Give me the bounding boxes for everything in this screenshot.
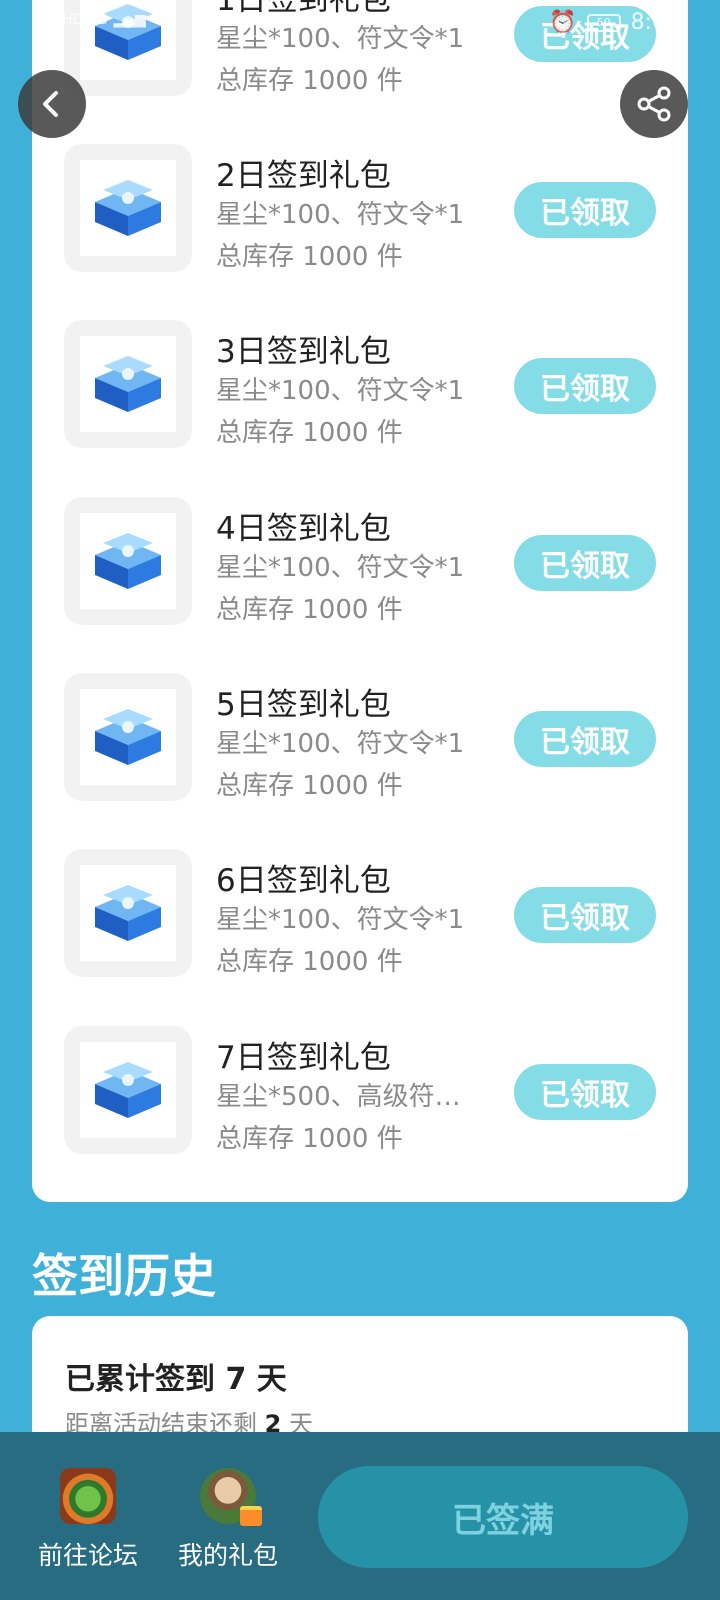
cumulative-suffix: 天 xyxy=(256,1362,287,1397)
gift-title: 4日签到礼包 xyxy=(216,511,391,547)
gift-description: 星尘*500、高级符… xyxy=(216,1082,461,1112)
chevron-left-icon xyxy=(43,91,58,117)
gift-description: 星尘*100、符文令*1 xyxy=(216,729,465,759)
treasure-chest-icon xyxy=(95,709,161,765)
treasure-chest-icon xyxy=(95,180,161,236)
gift-box-icon xyxy=(240,1506,262,1526)
treasure-chest-icon xyxy=(95,356,161,412)
share-icon xyxy=(637,86,671,122)
sign-in-activity-page: HD 5G ▂▄▆ ⏰ 50 8:00 1日签到礼包 星尘*100、符文令*1 … xyxy=(0,0,720,1600)
gift-thumbnail xyxy=(64,320,192,448)
gift-item-day-7: 7日签到礼包 星尘*500、高级符… 总库存 1000 件 已领取 xyxy=(32,1026,688,1156)
treasure-chest-icon xyxy=(95,1062,161,1118)
my-gifts-nav-button[interactable]: 我的礼包 xyxy=(168,1468,288,1572)
network-label: HD 5G xyxy=(62,12,108,28)
gift-thumbnail xyxy=(64,497,192,625)
gift-thumbnail xyxy=(64,673,192,801)
back-button[interactable] xyxy=(18,70,86,138)
claimed-button[interactable]: 已领取 xyxy=(514,887,656,943)
gift-item-day-5: 5日签到礼包 星尘*100、符文令*1 总库存 1000 件 已领取 xyxy=(32,673,688,803)
forum-label: 前往论坛 xyxy=(37,1541,138,1570)
my-gifts-label: 我的礼包 xyxy=(177,1541,278,1570)
cumulative-days: 7 xyxy=(225,1362,247,1397)
treasure-chest-icon xyxy=(95,885,161,941)
gift-stock: 总库存 1000 件 xyxy=(216,66,403,96)
gift-stock: 总库存 1000 件 xyxy=(216,1124,403,1154)
gift-item-day-6: 6日签到礼包 星尘*100、符文令*1 总库存 1000 件 已领取 xyxy=(32,849,688,979)
cumulative-prefix: 已累计签到 xyxy=(65,1362,215,1397)
claimed-button[interactable]: 已领取 xyxy=(514,711,656,767)
gift-title: 7日签到礼包 xyxy=(216,1040,391,1076)
history-heading: 签到历史 xyxy=(32,1249,216,1303)
gift-description: 星尘*100、符文令*1 xyxy=(216,553,465,583)
gift-description: 星尘*100、符文令*1 xyxy=(216,905,465,935)
gift-title: 5日签到礼包 xyxy=(216,687,391,723)
gift-title: 6日签到礼包 xyxy=(216,863,391,899)
gift-thumbnail xyxy=(64,144,192,272)
status-right: ⏰ 50 8:00 xyxy=(549,10,680,35)
claimed-button[interactable]: 已领取 xyxy=(514,535,656,591)
gift-stock: 总库存 1000 件 xyxy=(216,595,403,625)
gift-stock: 总库存 1000 件 xyxy=(216,418,403,448)
signal-indicators: HD 5G ▂▄▆ xyxy=(62,12,146,28)
clock: 8:00 xyxy=(630,10,680,35)
signal-icon: ▂▄▆ xyxy=(113,12,146,28)
gift-description: 星尘*100、符文令*1 xyxy=(216,376,465,406)
claimed-button[interactable]: 已领取 xyxy=(514,182,656,238)
gift-title: 2日签到礼包 xyxy=(216,158,391,194)
bottom-action-bar: 前往论坛 我的礼包 已签满 xyxy=(0,1432,720,1600)
gift-stock: 总库存 1000 件 xyxy=(216,947,403,977)
forum-nav-button[interactable]: 前往论坛 xyxy=(28,1468,148,1572)
share-button[interactable] xyxy=(620,70,688,138)
gift-item-day-4: 4日签到礼包 星尘*100、符文令*1 总库存 1000 件 已领取 xyxy=(32,497,688,627)
cumulative-sign-in: 已累计签到 7 天 xyxy=(65,1354,287,1398)
alarm-icon: ⏰ xyxy=(549,10,577,35)
fully-signed-button[interactable]: 已签满 xyxy=(318,1466,688,1568)
gift-stock: 总库存 1000 件 xyxy=(216,771,403,801)
gift-item-day-2: 2日签到礼包 星尘*100、符文令*1 总库存 1000 件 已领取 xyxy=(32,144,688,274)
claimed-button[interactable]: 已领取 xyxy=(514,358,656,414)
user-avatar-icon xyxy=(200,1468,262,1526)
claimed-button[interactable]: 已领取 xyxy=(514,1064,656,1120)
gift-stock: 总库存 1000 件 xyxy=(216,242,403,272)
gift-title: 3日签到礼包 xyxy=(216,334,391,370)
gift-list-card: 1日签到礼包 星尘*100、符文令*1 总库存 1000 件 已领取 2日签到礼… xyxy=(32,0,688,1202)
gift-thumbnail xyxy=(64,849,192,977)
battery-icon: 50 xyxy=(586,13,621,32)
game-avatar-icon xyxy=(60,1468,116,1524)
gift-description: 星尘*100、符文令*1 xyxy=(216,200,465,230)
treasure-chest-icon xyxy=(95,533,161,589)
gift-thumbnail xyxy=(64,1026,192,1154)
gift-item-day-3: 3日签到礼包 星尘*100、符文令*1 总库存 1000 件 已领取 xyxy=(32,320,688,450)
status-bar: HD 5G ▂▄▆ ⏰ 50 8:00 xyxy=(0,0,720,48)
